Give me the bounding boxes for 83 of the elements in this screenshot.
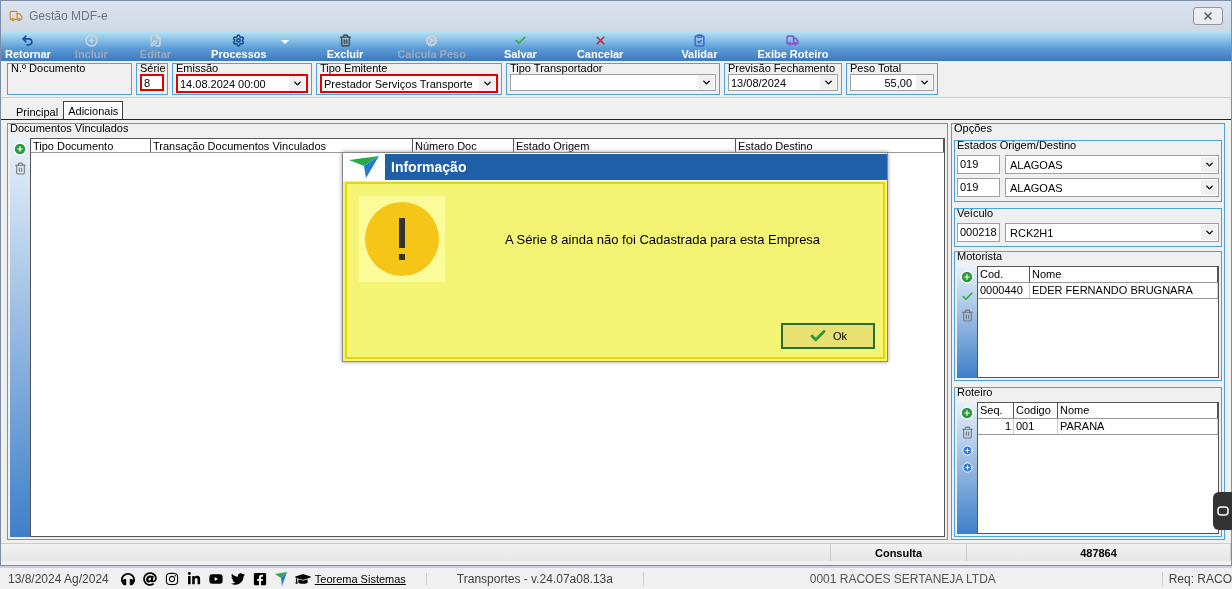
- panel-title: Documentos Vinculados: [10, 122, 130, 134]
- column-header: Número Doc: [413, 139, 514, 152]
- toolbar-button[interactable]: Excluir: [326, 34, 364, 60]
- toolbar-button[interactable]: Validar: [681, 34, 718, 60]
- teorema-link[interactable]: Teorema Sistemas: [314, 572, 427, 585]
- dropdown-field[interactable]: 13/08/2024: [728, 74, 838, 91]
- table-cell: PARANA: [1058, 419, 1218, 434]
- check-icon[interactable]: [960, 290, 974, 303]
- toolbar-button[interactable]: Salvar: [503, 34, 537, 60]
- plus-icon: [84, 34, 98, 47]
- toolbar-button[interactable]: Cancelar: [576, 34, 624, 60]
- field-label: Tipo Emitente: [320, 62, 389, 74]
- close-icon: [1202, 10, 1214, 22]
- column-header: Tipo Documento: [31, 139, 151, 152]
- tab[interactable]: Principal: [11, 103, 64, 119]
- check-icon: [513, 34, 527, 47]
- group-title: Veículo: [957, 207, 995, 219]
- table-cell: EDER FERNANDO BRUGNARA: [1030, 283, 1218, 298]
- field-label: Série: [140, 62, 164, 74]
- truck-icon: [786, 34, 800, 47]
- table-cell: 1: [978, 419, 1014, 434]
- column-header: Nome: [1058, 403, 1218, 418]
- vehicle-dropdown[interactable]: RCK2H1: [1005, 223, 1219, 242]
- group-title: Roteiro: [957, 386, 994, 398]
- column-header: Seq.: [978, 403, 1014, 418]
- warning-icon: [365, 202, 439, 276]
- caret-icon: [280, 40, 289, 44]
- add-icon[interactable]: [960, 270, 974, 284]
- code-field[interactable]: 019: [957, 155, 1000, 174]
- side-handle[interactable]: [1213, 492, 1232, 530]
- serie-field[interactable]: 8: [140, 74, 164, 91]
- dropdown-field[interactable]: Prestador Serviços Transporte: [320, 74, 498, 93]
- settings-icon: [232, 34, 246, 47]
- status-text: Consulta: [831, 544, 967, 561]
- close-button[interactable]: [1193, 7, 1223, 25]
- column-header: Cod.: [978, 267, 1030, 282]
- trash-icon[interactable]: [13, 162, 27, 175]
- toolbar-button[interactable]: Processos: [211, 34, 267, 60]
- dropdown-field[interactable]: 14.08.2024 00:00: [176, 74, 308, 93]
- status-text: 487864: [967, 544, 1231, 561]
- dropdown-field[interactable]: 55,00: [850, 74, 934, 91]
- add-icon[interactable]: [13, 142, 27, 156]
- state-dropdown[interactable]: ALAGOAS: [1005, 178, 1219, 197]
- column-header: Estado Origem: [514, 139, 736, 152]
- field-label: N.º Documento: [11, 62, 87, 74]
- toolbar-button[interactable]: Exibe Roteiro: [757, 34, 829, 60]
- version-text: Transportes - v.24.07a08.13a: [455, 571, 614, 586]
- field-label: Tipo Transportador: [510, 62, 604, 74]
- window-title: Gestão MDF-e: [29, 9, 108, 23]
- trash-icon[interactable]: [960, 426, 974, 439]
- user-text: Req: RACO: [1167, 571, 1232, 586]
- dialog-message: A Série 8 ainda não foi Cadastrada para esta Empresa: [505, 232, 821, 247]
- trash-icon: [338, 34, 352, 47]
- truck-icon: [9, 9, 23, 23]
- group-title: Motorista: [957, 250, 1004, 262]
- add-icon[interactable]: [960, 406, 974, 420]
- column-header: Codigo: [1014, 403, 1058, 418]
- field-label: Emissão: [176, 62, 220, 74]
- field-label: Peso Total: [850, 62, 903, 74]
- ok-button[interactable]: Ok: [781, 323, 875, 349]
- column-header: Nome: [1030, 267, 1218, 282]
- toolbar-button[interactable]: Retornar: [5, 34, 51, 60]
- panel-title: Opções: [954, 122, 993, 134]
- state-dropdown[interactable]: ALAGOAS: [1005, 155, 1219, 174]
- table-cell: 001: [1014, 419, 1058, 434]
- close-icon: [593, 34, 607, 47]
- settings-icon: [425, 34, 439, 47]
- dialog-title: Informação: [385, 154, 887, 180]
- company-text: 0001 RACOES SERTANEJA LTDA: [642, 571, 1163, 586]
- dropdown-field[interactable]: [510, 74, 716, 91]
- table-cell: 0000440: [978, 283, 1030, 298]
- field-label: Previsão Fechamento: [728, 62, 836, 74]
- tab[interactable]: Adicionais: [63, 101, 124, 119]
- undo-icon: [21, 34, 35, 47]
- logo-icon: [349, 156, 379, 178]
- column-header: Estado Destino: [736, 139, 944, 152]
- column-header: Transação Documentos Vinculados: [151, 139, 413, 152]
- code-field[interactable]: 019: [957, 178, 1000, 197]
- group-title: Estados Origem/Destino: [957, 139, 1078, 151]
- clipboard-icon: [692, 34, 706, 47]
- date-text: 13/8/2024 Ag/2024: [7, 571, 110, 586]
- edit-icon: [148, 34, 162, 47]
- code-field[interactable]: 000218: [957, 223, 1000, 242]
